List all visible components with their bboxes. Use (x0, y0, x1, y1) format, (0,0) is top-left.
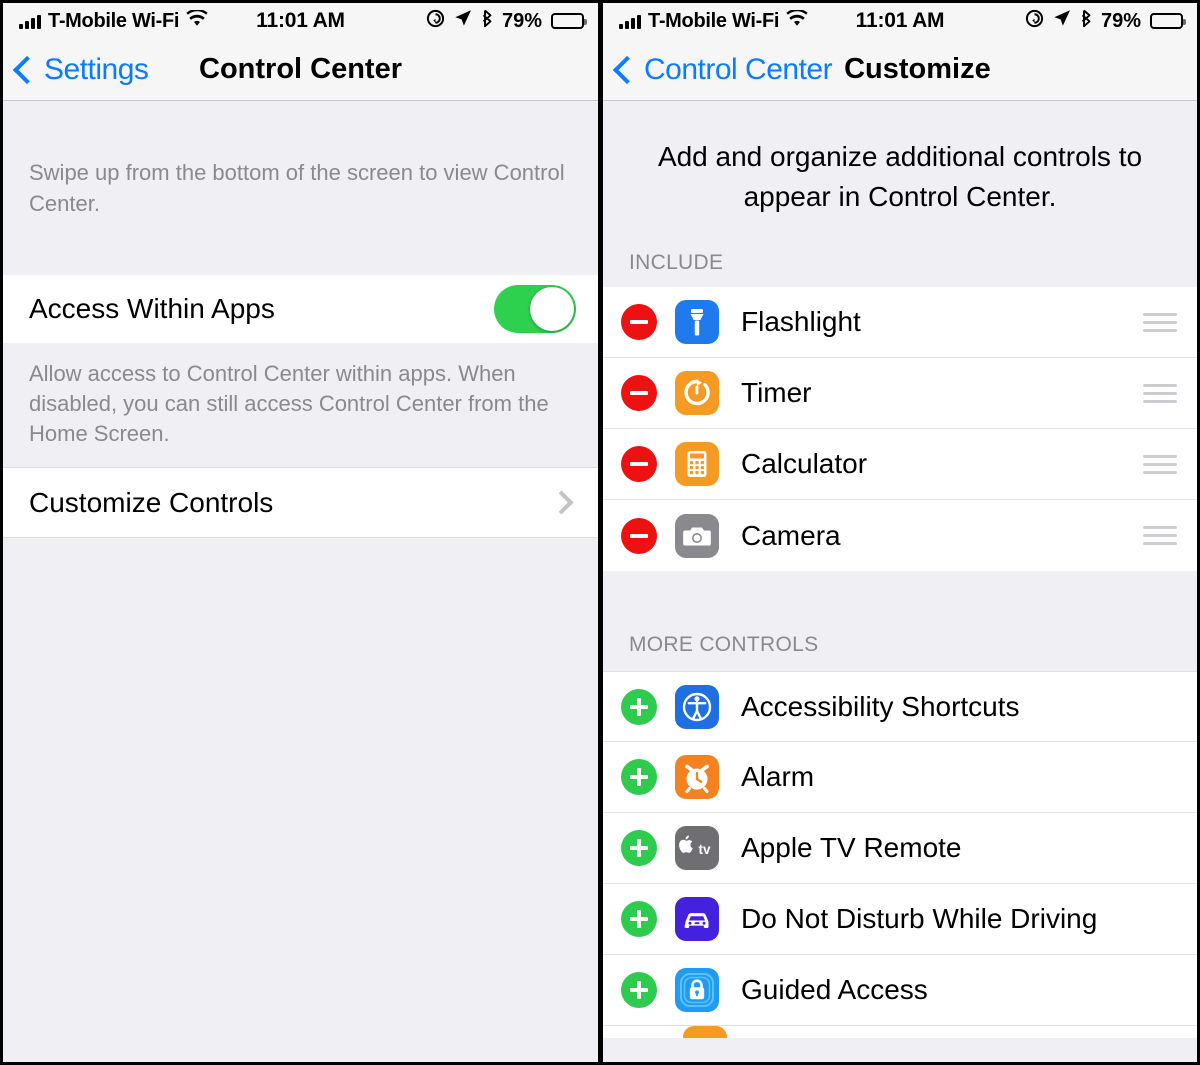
access-within-apps-footer-text: Allow access to Control Center within ap… (29, 361, 549, 446)
status-bar-left: T-Mobile Wi-Fi 11:01 AM 79% (3, 3, 598, 39)
chevron-left-icon (12, 55, 42, 84)
apple-tv-icon: tv (675, 826, 719, 870)
section-header-include: INCLUDE (603, 217, 1197, 287)
nav-bar-left: Settings Control Center (3, 39, 598, 101)
access-within-apps-toggle[interactable] (494, 285, 576, 333)
add-button[interactable] (621, 972, 657, 1008)
drag-handle-icon[interactable] (1143, 312, 1177, 332)
signal-bars-icon (19, 14, 41, 29)
settings-list-left[interactable]: Swipe up from the bottom of the screen t… (3, 101, 598, 1062)
battery-percent-label: 79% (501, 9, 542, 32)
location-arrow-icon (1053, 9, 1071, 33)
control-row-calculator[interactable]: Calculator (603, 429, 1197, 500)
customize-list[interactable]: Add and organize additional controls to … (603, 101, 1197, 1062)
nav-bar-right: Control Center Customize (603, 39, 1197, 101)
camera-icon (675, 513, 719, 558)
back-button-label: Control Center (644, 52, 833, 86)
chevron-right-icon (549, 490, 574, 515)
dual-screenshot-container: T-Mobile Wi-Fi 11:01 AM 79% Settings Con… (0, 0, 1200, 1065)
status-bar-right-group: 79% (1025, 9, 1186, 34)
control-label: Calculator (741, 448, 868, 479)
back-button-settings[interactable]: Settings (12, 52, 149, 87)
battery-percent-label: 79% (1100, 9, 1141, 32)
top-spacer (3, 101, 598, 157)
control-label: Camera (741, 519, 841, 551)
control-row-guided-access[interactable]: Guided Access (603, 955, 1197, 1026)
section-gap (603, 571, 1197, 629)
control-row-do-not-disturb-while-driving[interactable]: Do Not Disturb While Driving (603, 884, 1197, 955)
control-row-accessibility-shortcuts[interactable]: Accessibility Shortcuts (603, 671, 1197, 742)
customize-description: Add and organize additional controls to … (603, 101, 1197, 217)
access-footer-container: Allow access to Control Center within ap… (3, 343, 598, 467)
status-bar-right: T-Mobile Wi-Fi 11:01 AM 79% (603, 3, 1197, 39)
row-customize-controls[interactable]: Customize Controls (3, 467, 598, 537)
remove-button[interactable] (621, 375, 657, 411)
timer-icon (675, 371, 719, 415)
orientation-lock-icon (426, 9, 445, 34)
remove-button[interactable] (621, 446, 657, 482)
control-label: Timer (741, 377, 812, 408)
control-label: Flashlight (741, 306, 861, 337)
orientation-lock-icon (1025, 9, 1044, 34)
partial-app-icon (683, 1026, 727, 1038)
drag-handle-icon[interactable] (1143, 454, 1177, 474)
drag-handle-icon[interactable] (1143, 383, 1177, 403)
control-row-timer[interactable]: Timer (603, 358, 1197, 429)
lock-icon (675, 968, 719, 1012)
bluetooth-icon (481, 9, 493, 34)
control-label: Apple TV Remote (741, 832, 962, 863)
remove-button[interactable] (621, 304, 657, 340)
control-row-apple-tv-remote[interactable]: tv Apple TV Remote (603, 813, 1197, 884)
control-center-intro-text: Swipe up from the bottom of the screen t… (29, 160, 565, 216)
remove-button[interactable] (621, 517, 657, 554)
battery-icon (551, 13, 587, 29)
status-bar-right-group: 79% (426, 9, 587, 34)
signal-bars-icon (619, 14, 641, 29)
left-phone-screen: T-Mobile Wi-Fi 11:01 AM 79% Settings Con… (0, 0, 600, 1065)
access-within-apps-label: Access Within Apps (29, 293, 275, 324)
svg-text:tv: tv (699, 842, 711, 857)
control-label: Accessibility Shortcuts (741, 690, 1020, 722)
intro-bottom-spacer (3, 219, 598, 275)
control-label: Alarm (741, 761, 815, 792)
carrier-label: T-Mobile Wi-Fi (648, 9, 780, 32)
drag-handle-icon[interactable] (1143, 526, 1177, 545)
row-access-within-apps[interactable]: Access Within Apps (3, 275, 598, 343)
wifi-icon (786, 8, 808, 33)
accessibility-icon (675, 684, 719, 729)
calculator-icon (675, 442, 719, 486)
customize-controls-label: Customize Controls (29, 486, 274, 518)
flashlight-icon (675, 300, 719, 344)
control-row-partial-cutoff[interactable] (603, 1026, 1197, 1038)
car-icon (675, 897, 719, 941)
chevron-left-icon (612, 55, 642, 84)
bottom-filler (3, 537, 598, 1062)
toggle-knob (530, 287, 574, 331)
control-row-flashlight[interactable]: Flashlight (603, 287, 1197, 358)
add-button[interactable] (621, 830, 657, 866)
right-phone-screen: T-Mobile Wi-Fi 11:01 AM 79% Control Cent… (600, 0, 1200, 1065)
control-row-alarm[interactable]: Alarm (603, 742, 1197, 813)
control-row-camera[interactable]: Camera (603, 500, 1197, 571)
control-label: Do Not Disturb While Driving (741, 903, 1098, 934)
section-header-more-controls: MORE CONTROLS (603, 629, 1197, 671)
status-bar-left-group: T-Mobile Wi-Fi (19, 8, 208, 33)
wifi-icon (186, 8, 208, 33)
control-label: Guided Access (741, 974, 928, 1005)
status-bar-left-group: T-Mobile Wi-Fi (619, 8, 808, 33)
add-button[interactable] (621, 688, 657, 725)
bluetooth-icon (1080, 9, 1092, 34)
battery-icon (1150, 13, 1186, 29)
add-button[interactable] (621, 901, 657, 937)
page-title-customize: Customize (844, 53, 991, 85)
back-button-label: Settings (44, 52, 149, 86)
carrier-label: T-Mobile Wi-Fi (48, 9, 180, 32)
back-button-control-center[interactable]: Control Center (612, 52, 833, 87)
add-button[interactable] (621, 759, 657, 795)
location-arrow-icon (454, 9, 472, 33)
alarm-clock-icon (675, 755, 719, 799)
